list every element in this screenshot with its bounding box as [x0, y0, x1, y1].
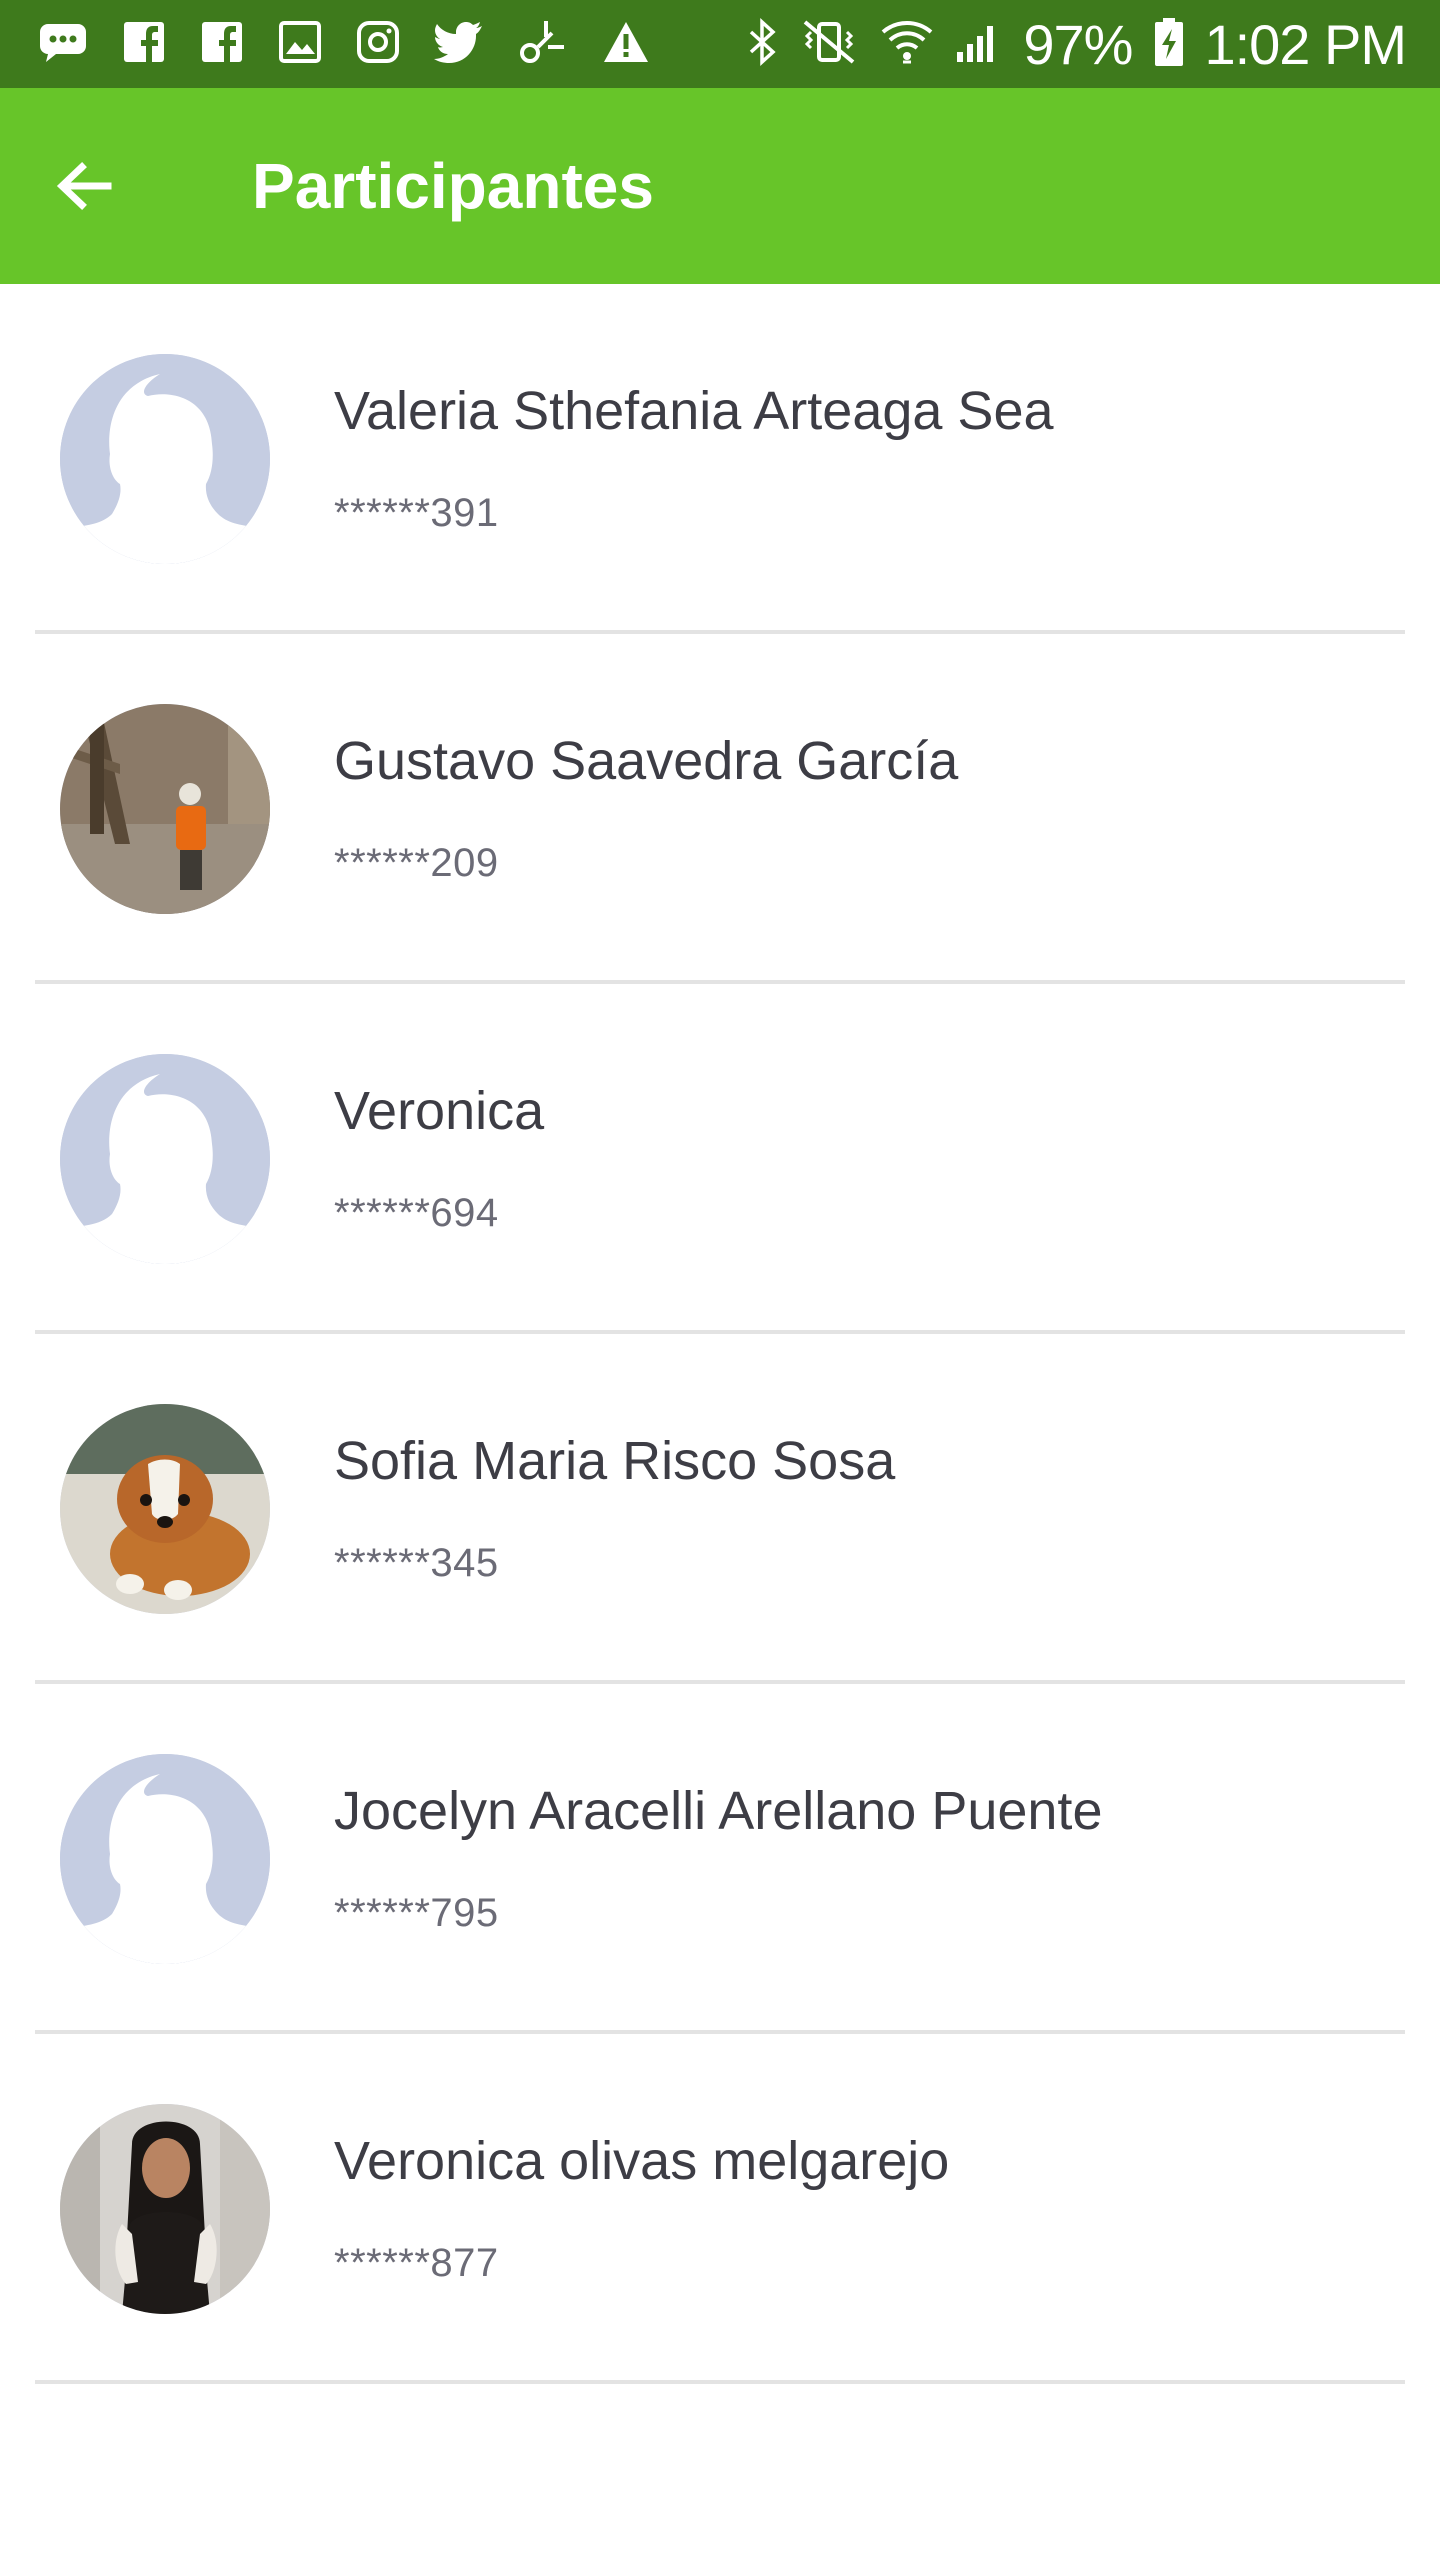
clock: 1:02 PM — [1204, 12, 1407, 76]
participant-phone: ******795 — [334, 1891, 499, 1935]
app-bar: Participantes — [0, 88, 1440, 284]
participant-item[interactable]: Veronica olivas melgarejo ******877 — [0, 2034, 1440, 2384]
back-button[interactable] — [48, 150, 120, 222]
participant-name: Gustavo Saavedra García — [334, 731, 959, 791]
default-avatar — [60, 354, 270, 564]
twitter-icon — [434, 21, 484, 68]
participant-name: Valeria Sthefania Arteaga Sea — [334, 381, 1054, 441]
participant-phone: ******694 — [334, 1191, 499, 1235]
participant-phone: ******345 — [334, 1541, 499, 1585]
participant-item[interactable]: Jocelyn Aracelli Arellano Puente ******7… — [0, 1684, 1440, 2034]
participant-item[interactable]: Veronica ******694 — [0, 984, 1440, 1334]
message-icon — [38, 20, 88, 69]
notification-icons — [38, 17, 684, 72]
warning-icon — [602, 20, 650, 69]
photo-avatar — [60, 704, 270, 914]
image-icon — [278, 20, 322, 69]
page-title: Participantes — [252, 150, 654, 222]
participant-phone: ******391 — [334, 491, 499, 535]
participants-list: Valeria Sthefania Arteaga Sea ******391 … — [0, 284, 1440, 2384]
facebook-icon — [200, 20, 244, 69]
participant-item[interactable]: Valeria Sthefania Arteaga Sea ******391 — [0, 284, 1440, 634]
default-avatar — [60, 1054, 270, 1264]
participant-item[interactable]: Gustavo Saavedra García ******209 — [0, 634, 1440, 984]
instagram-icon — [356, 20, 400, 69]
signal-icon — [955, 20, 1001, 69]
app-icon — [518, 17, 568, 72]
divider — [35, 2380, 1405, 2384]
participant-name: Jocelyn Aracelli Arellano Puente — [334, 1781, 1103, 1841]
wifi-icon — [881, 18, 933, 71]
facebook-icon — [122, 20, 166, 69]
photo-avatar — [60, 2104, 270, 2314]
participant-item[interactable]: Sofia Maria Risco Sosa ******345 — [0, 1334, 1440, 1684]
vibrate-icon — [799, 18, 859, 71]
participant-name: Veronica olivas melgarejo — [334, 2131, 950, 2191]
participant-phone: ******209 — [334, 841, 499, 885]
participant-name: Veronica — [334, 1081, 545, 1141]
battery-charging-icon — [1154, 17, 1184, 72]
participant-name: Sofia Maria Risco Sosa — [334, 1431, 896, 1491]
photo-avatar — [60, 1404, 270, 1614]
arrow-back-icon — [56, 162, 112, 210]
system-status: 97% 1:02 PM — [725, 12, 1407, 77]
status-bar: 97% 1:02 PM — [0, 0, 1440, 88]
battery-percent: 97% — [1023, 12, 1133, 76]
bluetooth-icon — [747, 17, 777, 71]
participant-phone: ******877 — [334, 2241, 499, 2285]
default-avatar — [60, 1754, 270, 1964]
